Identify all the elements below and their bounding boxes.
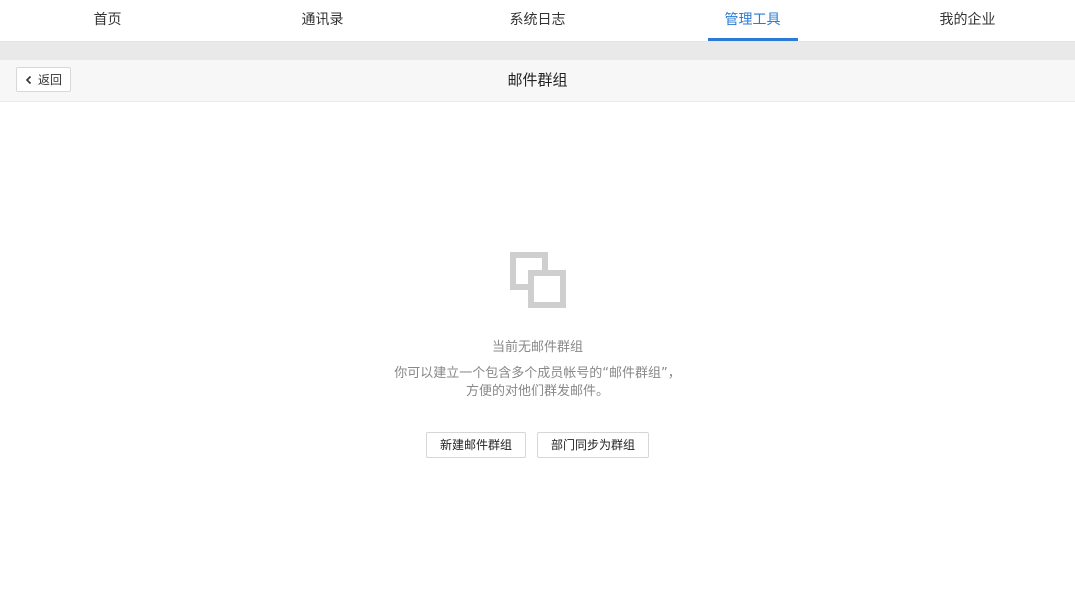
- back-button-label: 返回: [38, 73, 63, 87]
- sync-departments-button[interactable]: 部门同步为群组: [537, 432, 650, 458]
- header-divider: [0, 42, 1075, 60]
- top-navigation: 首页 通讯录 系统日志 管理工具 我的企业: [0, 0, 1075, 42]
- empty-state-description-line-2: 方便的对他们群发邮件。: [465, 384, 609, 399]
- empty-state-description: 你可以建立一个包含多个成员帐号的“邮件群组”， 方便的对他们群发邮件。: [0, 365, 1075, 401]
- new-mail-group-button[interactable]: 新建邮件群组: [425, 432, 526, 458]
- empty-state: 当前无邮件群组 你可以建立一个包含多个成员帐号的“邮件群组”， 方便的对他们群发…: [0, 250, 1075, 458]
- chevron-left-icon: [25, 75, 32, 84]
- tab-admin-tools[interactable]: 管理工具: [645, 0, 860, 41]
- empty-state-actions: 新建邮件群组 部门同步为群组: [0, 432, 1075, 458]
- tab-home[interactable]: 首页: [0, 0, 215, 41]
- back-button[interactable]: 返回: [16, 67, 72, 92]
- sub-header: 返回 邮件群组: [0, 60, 1075, 102]
- tab-system-log[interactable]: 系统日志: [430, 0, 645, 41]
- tab-my-enterprise[interactable]: 我的企业: [860, 0, 1075, 41]
- empty-state-description-line-1: 你可以建立一个包含多个成员帐号的“邮件群组”，: [394, 366, 681, 381]
- page-title: 邮件群组: [507, 71, 568, 89]
- tab-contacts[interactable]: 通讯录: [215, 0, 430, 41]
- empty-state-title: 当前无邮件群组: [491, 340, 583, 355]
- overlapping-squares-icon: [509, 252, 566, 308]
